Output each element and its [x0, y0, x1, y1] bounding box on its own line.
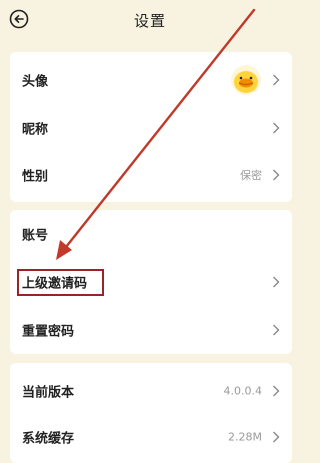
page-title: 设置 — [133, 12, 166, 30]
version-value: 4.0.0.4 — [223, 384, 262, 398]
avatar-label: 头像 — [22, 74, 49, 90]
reset-password-row[interactable]: 重置密码 — [10, 306, 292, 354]
chevron-right-icon — [273, 74, 280, 86]
version-row[interactable]: 当前版本 4.0.0.4 — [10, 367, 292, 415]
reset-password-label: 重置密码 — [22, 324, 75, 340]
chevron-right-icon — [273, 169, 280, 181]
gender-label: 性别 — [22, 169, 49, 185]
cache-value: 2.28M — [228, 430, 262, 444]
avatar-duck-icon — [231, 65, 261, 95]
annotation-highlight-box — [17, 269, 104, 296]
info-card: 当前版本 4.0.0.4 系统缓存 2.28M — [10, 363, 292, 463]
cache-label: 系统缓存 — [22, 431, 75, 447]
version-label: 当前版本 — [22, 385, 75, 401]
chevron-right-icon — [273, 324, 280, 336]
gender-value: 保密 — [240, 169, 262, 182]
chevron-right-icon — [273, 122, 280, 134]
nickname-label: 昵称 — [22, 122, 49, 138]
header-bar: 设置 — [0, 0, 300, 44]
chevron-right-icon — [273, 276, 280, 288]
nickname-row[interactable]: 昵称 — [10, 104, 292, 152]
cache-row[interactable]: 系统缓存 2.28M — [10, 413, 292, 461]
profile-card: 头像 昵称 性别 保密 — [10, 52, 292, 202]
chevron-right-icon — [273, 431, 280, 443]
account-label: 账号 — [22, 228, 49, 244]
gender-row[interactable]: 性别 保密 — [10, 151, 292, 199]
account-row: 账号 — [10, 210, 292, 258]
chevron-right-icon — [273, 385, 280, 397]
avatar-row[interactable]: 头像 — [10, 56, 292, 104]
